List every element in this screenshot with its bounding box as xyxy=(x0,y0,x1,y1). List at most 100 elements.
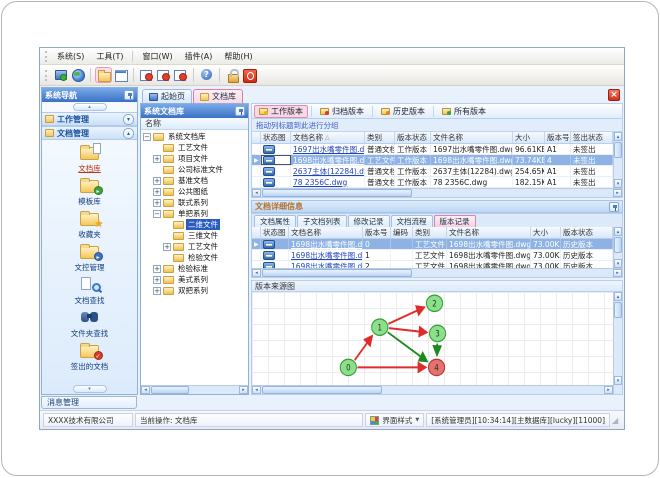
menu-item-4[interactable]: 插件(A) xyxy=(179,50,219,63)
pin-icon[interactable] xyxy=(235,106,245,116)
menu-item-5[interactable]: 帮助(H) xyxy=(218,50,258,63)
power-icon[interactable] xyxy=(242,68,257,82)
version-filter-2[interactable]: 归档版本 xyxy=(315,105,369,118)
version-node-0[interactable]: 0 xyxy=(340,359,356,375)
table-row[interactable]: 78 2356C.dwg普通文档工作版本78 2356C.dwg182.15KB… xyxy=(252,177,613,188)
table-row[interactable]: 2637主体(12284).dwg普通文档工作版本2637主体(12284).d… xyxy=(252,166,613,177)
tree-node[interactable]: 检验文件 xyxy=(141,252,248,263)
scroll-thumb[interactable] xyxy=(614,302,622,318)
detail-tab-2[interactable]: 子文档列表 xyxy=(297,215,347,227)
chevron-up-icon[interactable]: ▴ xyxy=(123,128,134,139)
table-hscrollbar[interactable]: ◂▸ xyxy=(252,188,622,197)
tree-toggle-icon[interactable]: + xyxy=(153,177,161,185)
version-node-1[interactable]: 1 xyxy=(372,319,388,335)
scroll-thumb[interactable] xyxy=(614,237,622,253)
mail-window-icon-3[interactable] xyxy=(173,68,188,82)
column-header[interactable]: 大小 xyxy=(531,227,561,238)
scroll-up-icon[interactable]: ▴ xyxy=(614,227,622,236)
detail-tab-4[interactable]: 文档流程 xyxy=(391,215,433,227)
tree-toggle-icon[interactable]: + xyxy=(153,287,161,295)
column-header[interactable]: 文件名称 xyxy=(447,227,531,238)
scroll-right-icon[interactable]: ▸ xyxy=(613,269,622,277)
tree-node[interactable]: +基准文档 xyxy=(141,175,248,186)
sidebar-group-documents[interactable]: 文档管理▴ xyxy=(42,126,137,140)
lock-icon[interactable] xyxy=(225,68,240,82)
column-header[interactable]: 文档名称△ xyxy=(291,132,365,143)
column-header[interactable]: 版本状态 xyxy=(395,132,431,143)
version-filter-1[interactable]: 工作版本 xyxy=(254,105,308,118)
scroll-left-icon[interactable]: ◂ xyxy=(252,386,261,394)
sidebar-item-document-library[interactable]: 文档库 xyxy=(42,143,137,174)
version-node-4[interactable]: 4 xyxy=(428,359,444,375)
scroll-down-icon[interactable]: ▾ xyxy=(614,376,622,385)
tree-node[interactable]: 工艺文件 xyxy=(141,142,248,153)
scroll-right-icon[interactable]: ▸ xyxy=(604,386,613,394)
folder-view-icon[interactable] xyxy=(96,68,111,82)
version-node-2[interactable]: 2 xyxy=(426,295,442,311)
sidebar-item-doc-control[interactable]: ▸文控管理 xyxy=(42,242,137,273)
column-header[interactable]: 版本号 xyxy=(545,132,571,143)
tree-node[interactable]: +项目文件 xyxy=(141,153,248,164)
pin-icon[interactable] xyxy=(124,90,134,100)
sidebar-item-doc-search[interactable]: 文档查找 xyxy=(42,275,137,306)
pin-icon[interactable] xyxy=(609,202,619,212)
tree-toggle-icon[interactable]: − xyxy=(143,133,151,141)
tree-node[interactable]: +联式系列 xyxy=(141,197,248,208)
detail-tab-3[interactable]: 修改记录 xyxy=(348,215,390,227)
column-header[interactable]: 文档名称 xyxy=(289,227,363,238)
tab-start-page[interactable]: 起始页 xyxy=(142,89,192,103)
tree-toggle-icon[interactable]: + xyxy=(153,155,161,163)
tab-document-library[interactable]: 文档库 xyxy=(193,89,243,103)
column-header[interactable]: 版本号 xyxy=(363,227,391,238)
version-filter-3[interactable]: 历史版本 xyxy=(376,105,430,118)
tree-node[interactable]: −单把系列 xyxy=(141,208,248,219)
column-header[interactable]: 版本状态 xyxy=(561,227,613,238)
sidebar-scroll-up[interactable]: ▴ xyxy=(42,102,137,112)
help-icon[interactable] xyxy=(199,68,214,82)
tree-node[interactable]: 二维文件 xyxy=(141,219,248,230)
menu-item-3[interactable]: 窗口(W) xyxy=(136,50,178,63)
tree-column-header[interactable]: 名称 xyxy=(141,118,248,130)
scroll-left-icon[interactable]: ◂ xyxy=(252,269,261,277)
detail-tab-1[interactable]: 文档属性 xyxy=(254,215,296,227)
chevron-down-icon[interactable]: ▾ xyxy=(123,114,134,125)
layout-window-icon[interactable] xyxy=(113,68,128,82)
graph-vscrollbar[interactable]: ▴ ▾ xyxy=(613,292,622,385)
scroll-thumb[interactable] xyxy=(614,142,622,158)
tree-node[interactable]: +检验标准 xyxy=(141,263,248,274)
tree-hscrollbar[interactable]: ◂ ▸ xyxy=(141,385,248,394)
column-header[interactable]: 状态图 xyxy=(261,227,289,238)
graph-hscrollbar[interactable]: ◂ ▸ xyxy=(252,385,613,394)
table-row[interactable]: 1698出水嘴零件图.dwg1工艺文件1698出水嘴零件图.dwg73.00KB… xyxy=(252,250,613,261)
table-vscrollbar[interactable]: ▴▾ xyxy=(613,227,622,268)
tree-toggle-icon[interactable]: + xyxy=(153,188,161,196)
scroll-left-icon[interactable]: ◂ xyxy=(141,386,150,394)
scroll-right-icon[interactable]: ▸ xyxy=(239,386,248,394)
scroll-thumb[interactable] xyxy=(262,386,382,394)
column-header[interactable]: 状态图 xyxy=(261,132,291,143)
column-header[interactable]: 文件名称 xyxy=(431,132,513,143)
column-header[interactable]: 编码 xyxy=(391,227,413,238)
sidebar-item-folder-search[interactable]: 文件夹查找 xyxy=(42,308,137,339)
sidebar-item-template-library[interactable]: ▸模板库 xyxy=(42,176,137,207)
mail-window-icon-1[interactable] xyxy=(139,68,154,82)
tree-node[interactable]: −系统文档库 xyxy=(141,131,248,142)
scroll-up-icon[interactable]: ▴ xyxy=(614,132,622,141)
tree-node[interactable]: +美式系列 xyxy=(141,274,248,285)
column-header[interactable]: 签出状态 xyxy=(571,132,613,143)
tree-node[interactable]: +双把系列 xyxy=(141,285,248,296)
detail-tab-5[interactable]: 版本记录 xyxy=(434,215,476,227)
menu-item-1[interactable]: 系统(S) xyxy=(51,50,90,63)
table-hscrollbar[interactable]: ◂▸ xyxy=(252,268,622,277)
tree-node[interactable]: 三维文件 xyxy=(141,230,248,241)
table-row[interactable]: 1697出水嘴零件图.dwg普通文档工作版本1697出水嘴零件图.dwg96.6… xyxy=(252,144,613,155)
interface-style-selector[interactable]: 界面样式 ▼ xyxy=(365,413,424,427)
version-node-3[interactable]: 3 xyxy=(429,325,445,341)
tree-toggle-icon[interactable]: + xyxy=(153,199,161,207)
menu-item-2[interactable]: 工具(T) xyxy=(90,50,129,63)
scroll-thumb[interactable] xyxy=(151,386,189,394)
table-row[interactable]: ▶1698出水嘴零件图.dwg0工艺文件1698出水嘴零件图.dwg73.00K… xyxy=(252,239,613,250)
tree-toggle-icon[interactable]: + xyxy=(163,243,171,251)
sidebar-item-favorites[interactable]: ★收藏夹 xyxy=(42,209,137,240)
version-filter-4[interactable]: 所有版本 xyxy=(437,105,491,118)
